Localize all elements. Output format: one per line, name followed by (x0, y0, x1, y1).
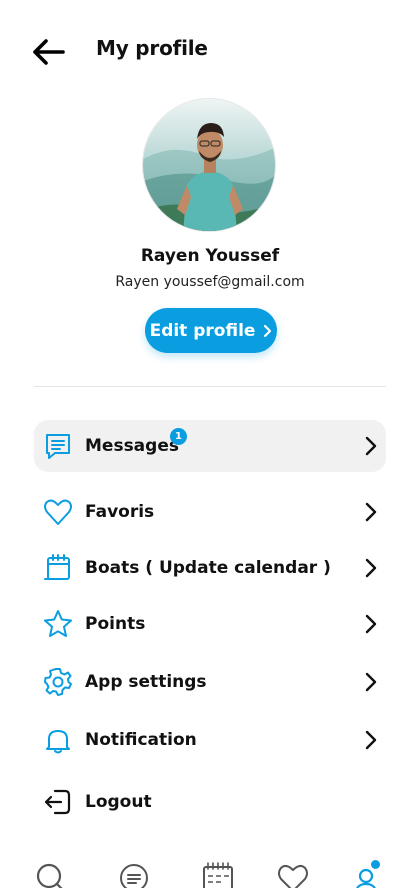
chevron-right-icon (365, 558, 377, 578)
chevron-right-icon (365, 730, 377, 750)
logout-icon (44, 789, 71, 815)
chevron-right-icon (365, 672, 377, 692)
menu-item-boats[interactable]: Boats ( Update calendar ) (34, 542, 386, 594)
chevron-right-icon (264, 324, 272, 337)
avatar (142, 98, 276, 232)
active-indicator-dot (371, 860, 380, 869)
menu-label: Boats ( Update calendar ) (85, 558, 331, 578)
menu-item-app-settings[interactable]: App settings (34, 656, 386, 708)
menu-item-messages[interactable]: Messages 1 (34, 420, 386, 472)
header: My profile (0, 0, 420, 100)
menu-label: Notification (85, 730, 197, 750)
menu-item-notification[interactable]: Notification (34, 714, 386, 766)
menu-label: Favoris (85, 502, 155, 522)
user-name: Rayen Youssef (140, 246, 280, 266)
menu-item-favoris[interactable]: Favoris (34, 486, 386, 538)
menu-item-points[interactable]: Points (34, 598, 386, 650)
menu-label: Points (85, 614, 146, 634)
heart-icon (44, 499, 72, 525)
search-icon[interactable] (35, 862, 67, 888)
heart-icon[interactable] (277, 862, 309, 888)
menu-label: App settings (85, 672, 207, 692)
message-icon (46, 434, 70, 459)
gear-icon (44, 668, 72, 696)
page-title: My profile (96, 36, 208, 60)
divider (34, 386, 386, 387)
bell-icon (46, 730, 70, 754)
chevron-right-icon (365, 502, 377, 522)
arrow-left-icon (33, 39, 65, 65)
calendar-icon (44, 554, 70, 580)
notification-badge: 1 (170, 428, 187, 445)
chevron-right-icon (365, 614, 377, 634)
edit-profile-button[interactable]: Edit profile (145, 308, 277, 353)
menu-label: Messages (85, 436, 179, 456)
message-icon[interactable] (118, 862, 150, 888)
star-icon (44, 610, 72, 637)
menu-item-logout[interactable]: Logout (34, 776, 386, 828)
edit-profile-label: Edit profile (149, 320, 256, 341)
chevron-right-icon (365, 436, 377, 456)
bottom-nav (0, 856, 420, 888)
menu-label: Logout (85, 792, 152, 812)
back-button[interactable] (28, 34, 68, 70)
calendar-icon[interactable] (202, 862, 234, 888)
user-email: Rayen youssef@gmail.com (115, 274, 305, 290)
